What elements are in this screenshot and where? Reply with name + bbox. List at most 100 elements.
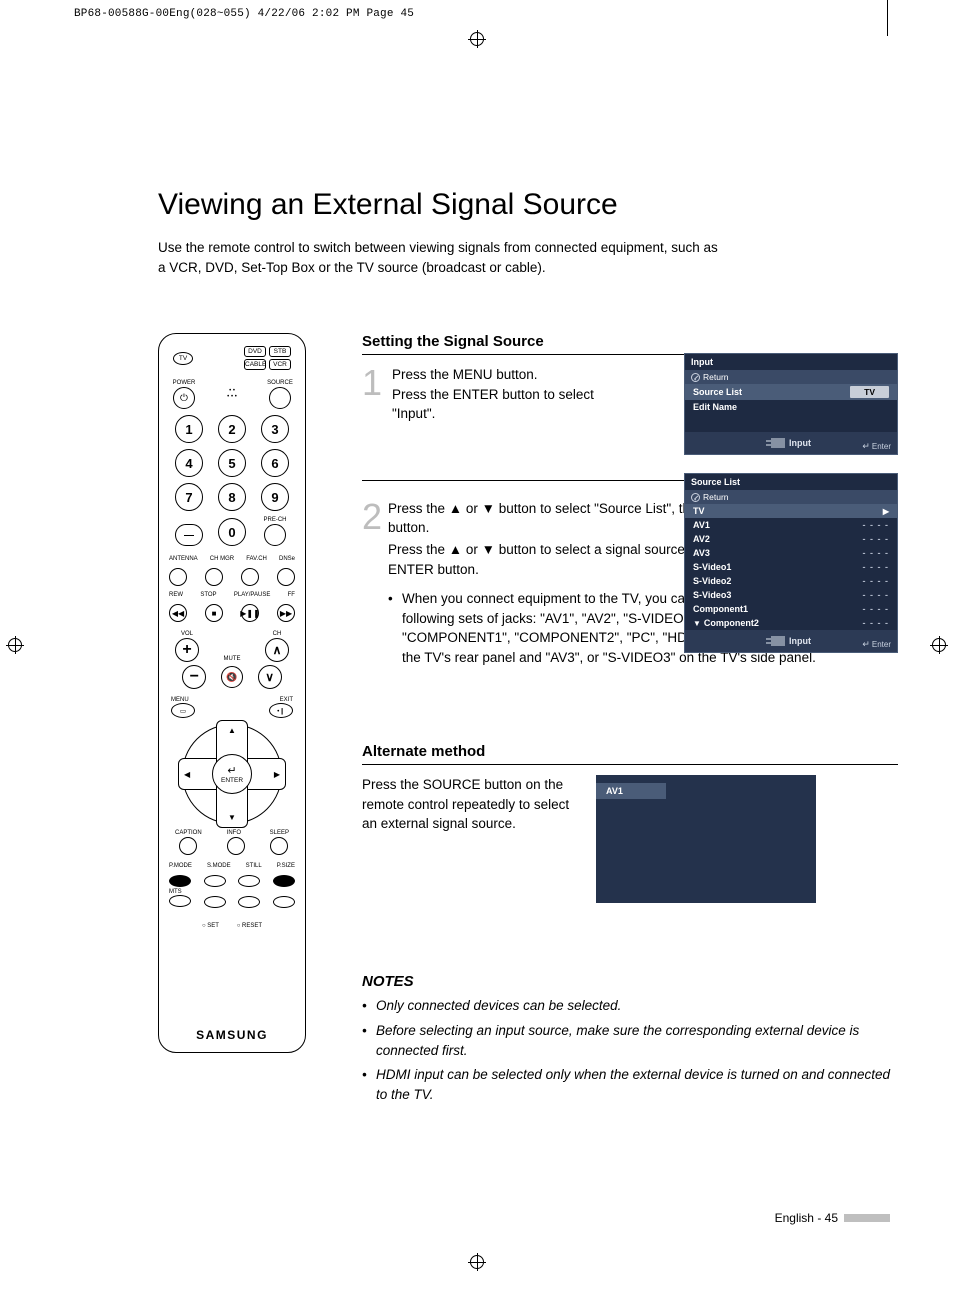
play-btn: ▶❚❚ [241, 604, 259, 622]
lbl-rew: REW [169, 592, 183, 598]
power-label: POWER [169, 380, 199, 386]
info-btn [227, 837, 245, 855]
print-slug: BP68-00588G-00Eng(028~055) 4/22/06 2:02 … [74, 8, 414, 20]
source-label: SOURCE [265, 380, 295, 386]
osd2-row: Component1- - - - [685, 602, 897, 616]
vol-down: − [182, 665, 206, 689]
osd-input-menu: Input Return Source ListTV Edit Name Inp… [684, 353, 898, 455]
num-4: 4 [175, 449, 203, 477]
step1-number: 1 [362, 365, 386, 424]
step1-line1: Press the MENU button. [392, 365, 622, 385]
registration-mark [468, 30, 486, 48]
lbl-ff: FF [288, 592, 295, 598]
osd2-footer: Input Enter [685, 630, 897, 652]
notes-section: NOTES Only connected devices can be sele… [362, 973, 898, 1105]
psize-btn [273, 875, 295, 887]
num-8: 8 [218, 483, 246, 511]
blank-btn3 [273, 896, 295, 908]
set-label: ○ SET [202, 923, 219, 929]
num-5: 5 [218, 449, 246, 477]
step2-number: 2 [362, 499, 382, 668]
pmode-label: P.MODE [169, 863, 192, 869]
remote-mode-cable: CABLE [244, 359, 266, 370]
osd2-row: AV1- - - - [685, 518, 897, 532]
plug-icon [771, 636, 785, 646]
plug-icon [771, 438, 785, 448]
osd1-title: Input [685, 354, 897, 370]
lbl-stop: STOP [200, 592, 216, 598]
num-1: 1 [175, 415, 203, 443]
psize-label: P.SIZE [277, 863, 295, 869]
num-7: 7 [175, 483, 203, 511]
menu-button: ▭ [171, 703, 195, 718]
blank-btn1 [204, 896, 226, 908]
dash-button: — [175, 524, 203, 546]
osd2-row: ▼Component2- - - - [685, 616, 897, 630]
alt-osd: AV1 [596, 775, 816, 903]
still-label: STILL [246, 863, 262, 869]
ff-btn: ▶▶ [277, 604, 295, 622]
lbl-play: PLAY/PAUSE [234, 592, 270, 598]
sleep-btn [270, 837, 288, 855]
dnse-btn [277, 568, 295, 586]
sleep-label: SLEEP [270, 830, 289, 836]
ch-up: ∧ [265, 638, 289, 662]
alt-osd-label: AV1 [596, 783, 666, 799]
brand-logo: SAMSUNG [159, 1028, 305, 1042]
alt-text: Press the SOURCE button on the remote co… [362, 775, 572, 903]
osd2-row: TV▶ [685, 504, 897, 518]
registration-mark [6, 636, 24, 654]
page-title: Viewing an External Signal Source [158, 188, 898, 222]
info-label: INFO [227, 830, 245, 836]
stop-btn: ■ [205, 604, 223, 622]
mts-label: MTS [169, 889, 191, 895]
enter-icon: ↵ [227, 764, 236, 777]
osd1-footer: Input Enter [685, 432, 897, 454]
osd2-row: S-Video2- - - - [685, 574, 897, 588]
num-0: 0 [218, 518, 246, 546]
notes-title: NOTES [362, 973, 898, 990]
step1-line2: Press the ENTER button to select "Input"… [392, 385, 622, 424]
pmode-btn [169, 875, 191, 887]
section1-title: Setting the Signal Source [362, 333, 898, 355]
remote-mode-vcr: VCR [269, 359, 291, 370]
num-3: 3 [261, 415, 289, 443]
num-6: 6 [261, 449, 289, 477]
prech-button [264, 524, 286, 546]
remote-mode-stb: STB [269, 346, 291, 357]
note-1: Only connected devices can be selected. [376, 996, 898, 1016]
blank-btn2 [238, 896, 260, 908]
exit-label: EXIT [269, 697, 293, 703]
menu-label: MENU [171, 697, 195, 703]
footer-text: English - 45 [775, 1211, 838, 1225]
osd1-enter: Enter [862, 441, 891, 452]
osd1-return: Return [685, 370, 897, 384]
osd2-title: Source List [685, 474, 897, 490]
mute-label: MUTE [224, 656, 241, 662]
ch-down: ∨ [258, 665, 282, 689]
note-3: HDMI input can be selected only when the… [376, 1065, 898, 1106]
lbl-favch: FAV.CH [246, 556, 267, 562]
remote-mode-dvd: DVD [244, 346, 266, 357]
dpad: ↵ ENTER ▲ ▼ ◀ ▶ [182, 724, 282, 824]
power-button: ⏻ [173, 387, 195, 409]
vol-up: + [175, 638, 199, 662]
num-9: 9 [261, 483, 289, 511]
rew-btn: ◀◀ [169, 604, 187, 622]
favch-btn [241, 568, 259, 586]
still-btn [238, 875, 260, 887]
osd1-row-editname: Edit Name [685, 400, 897, 414]
reset-label: ○ RESET [237, 923, 262, 929]
osd2-row: S-Video1- - - - [685, 560, 897, 574]
registration-mark [468, 1253, 486, 1271]
vol-label: VOL [175, 631, 199, 637]
osd1-row-sourcelist: Source ListTV [685, 384, 897, 400]
source-button [269, 387, 291, 409]
registration-mark [930, 636, 948, 654]
chmgr-btn [205, 568, 223, 586]
remote-tv-oval: TV [173, 352, 193, 365]
crop-guide [887, 0, 888, 36]
lbl-dnse: DNSe [279, 556, 295, 562]
caption-btn [179, 837, 197, 855]
smode-btn [204, 875, 226, 887]
